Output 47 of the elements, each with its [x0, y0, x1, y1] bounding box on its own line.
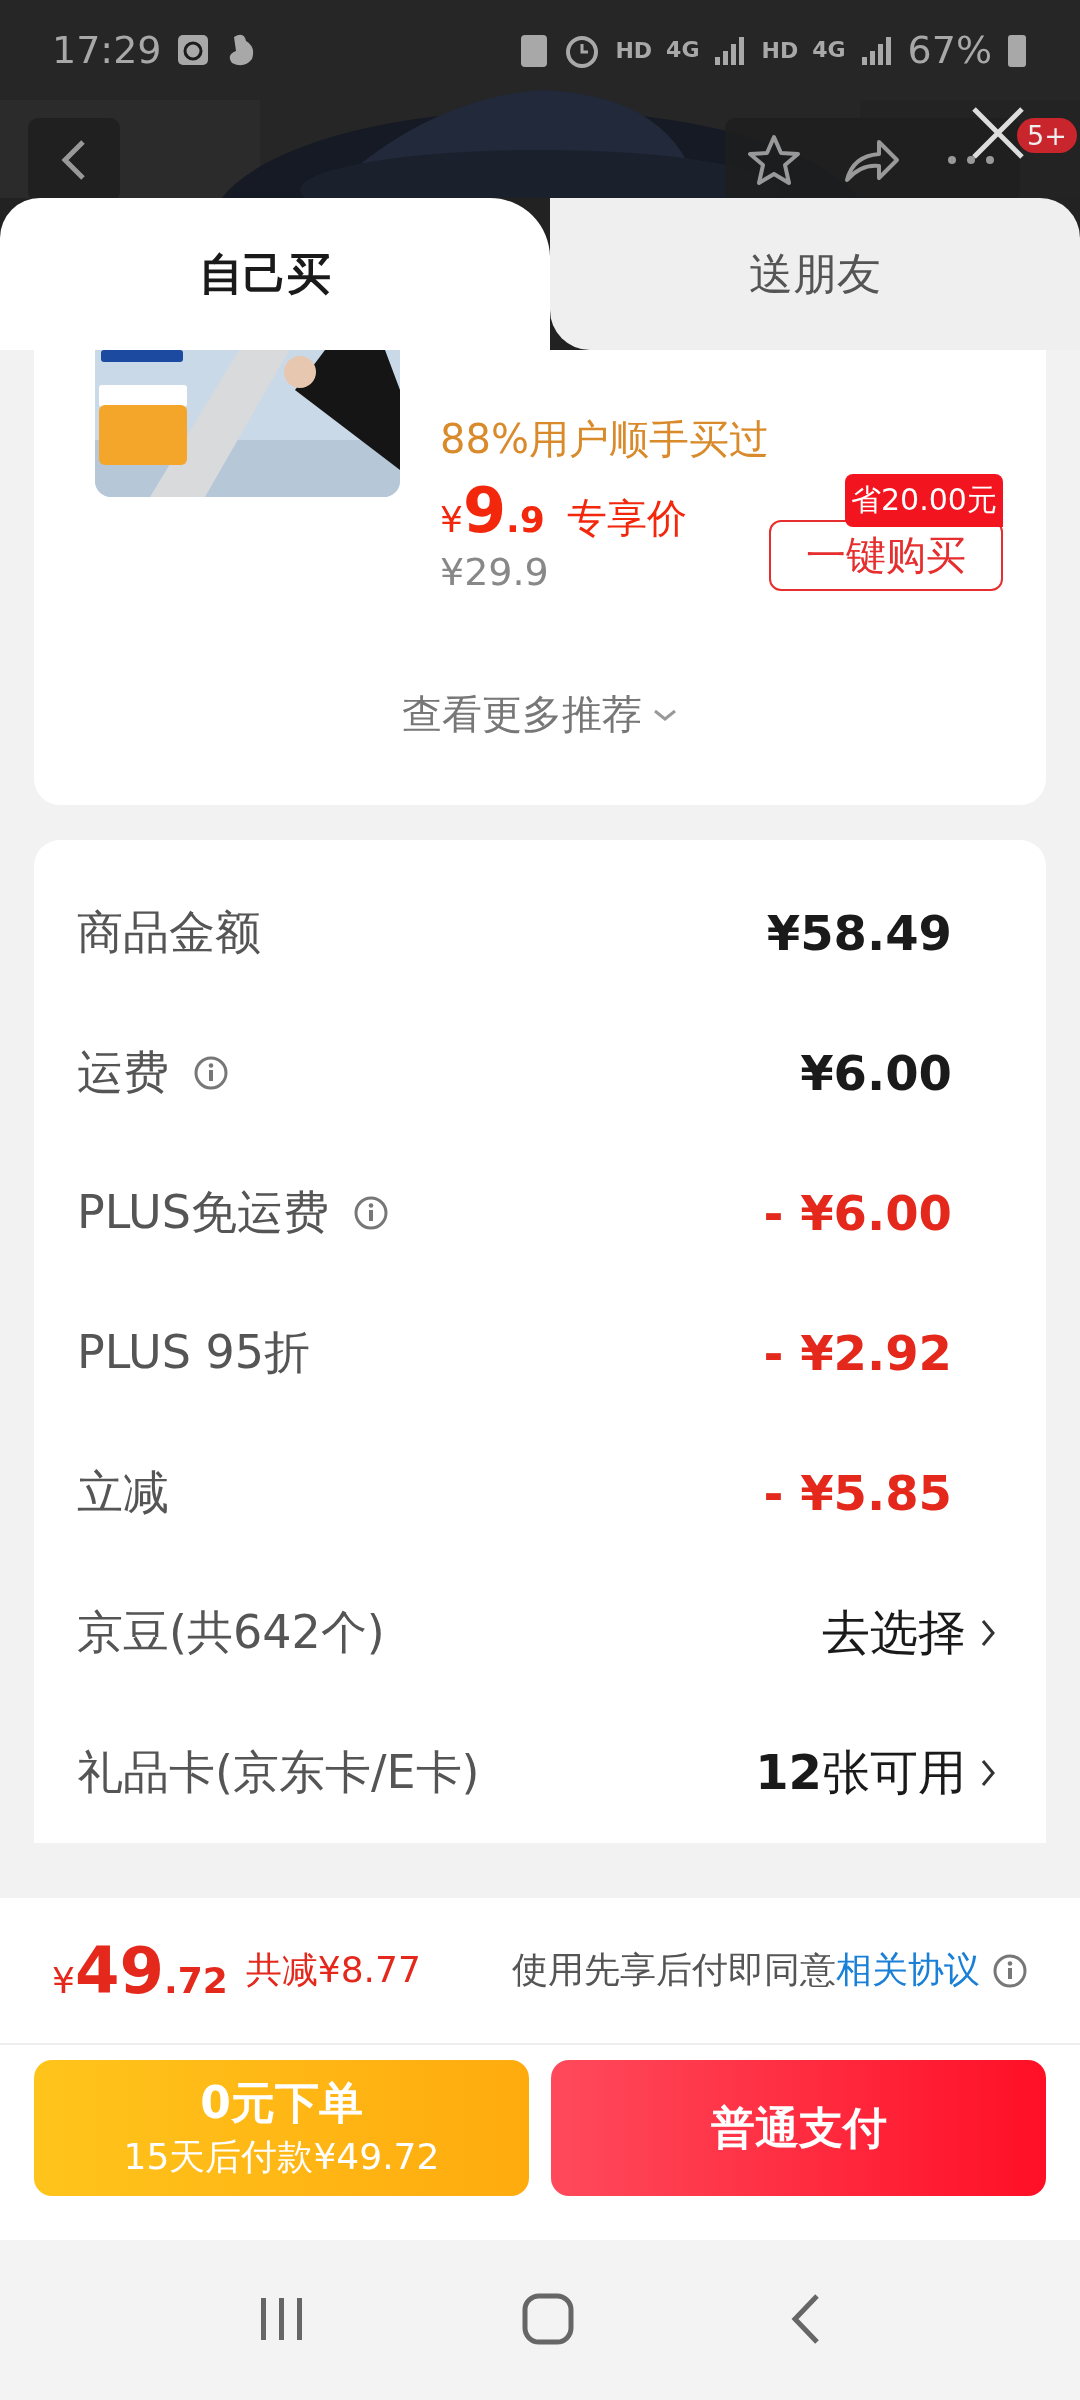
amount-value: - ¥6.00 — [763, 1185, 952, 1241]
tab[interactable]: 自己买 — [0, 198, 550, 350]
row-label: 立减 — [77, 1464, 169, 1521]
home-icon — [521, 2291, 575, 2346]
amount-value: ¥58.49 — [766, 905, 952, 961]
amount-value: ¥6.00 — [800, 1045, 952, 1101]
agreement-link[interactable]: 相关协议 — [836, 1949, 980, 1990]
more-recommendations-link[interactable]: 查看更多推荐 — [402, 687, 642, 742]
calendar-icon — [175, 33, 210, 67]
network-type: 4G — [666, 39, 700, 61]
row-label: 商品金额 — [77, 904, 261, 961]
option-link[interactable]: 去选择 — [822, 1601, 966, 1665]
chevron-right-icon[interactable] — [980, 1618, 996, 1648]
row-label: 运费 — [77, 1044, 169, 1101]
price-label: 专享价 — [566, 494, 687, 543]
tab[interactable]: 送朋友 — [550, 198, 1080, 350]
signal-icon — [859, 35, 894, 65]
chevron-down-icon[interactable] — [652, 707, 678, 722]
original-price: ¥29.9 — [440, 550, 550, 594]
deal-price: ¥9.9 — [440, 474, 545, 547]
buy-now-button[interactable]: 一键购买 — [768, 520, 1003, 591]
network-label: HD — [615, 37, 653, 63]
savings-badge: 省20.00元 — [845, 474, 1003, 527]
row-label: 京豆(共642个) — [77, 1604, 385, 1661]
network-label: HD — [761, 37, 799, 63]
amount-value: - ¥5.85 — [763, 1465, 952, 1521]
row-label: PLUS免运费 — [77, 1184, 329, 1241]
purchase-rate: 88%用户顺手买过 — [440, 415, 769, 464]
back-button[interactable] — [28, 118, 120, 198]
close-icon[interactable] — [970, 105, 1026, 161]
info-icon[interactable] — [193, 1055, 229, 1091]
amount-value: - ¥2.92 — [763, 1325, 952, 1381]
pay-button[interactable]: 普通支付 — [551, 2060, 1046, 2196]
star-icon — [746, 133, 803, 187]
clock-time: 17:29 — [52, 28, 162, 72]
row-label: PLUS 95折 — [77, 1324, 311, 1381]
info-icon[interactable] — [992, 1952, 1028, 1989]
more-icon — [945, 155, 996, 165]
row-label: 礼品卡(京东卡/E卡) — [77, 1744, 480, 1801]
option-link[interactable]: 12张可用 — [755, 1741, 966, 1805]
chevron-right-icon[interactable] — [980, 1758, 996, 1788]
network-type: 4G — [812, 39, 846, 61]
total-price: ¥49.72 — [52, 1933, 228, 2008]
battery-percent: 67% — [907, 28, 992, 72]
info-icon[interactable] — [352, 1195, 389, 1231]
total-discount: 共减¥8.77 — [245, 1948, 421, 1992]
agreement-text: 使用先享后付即同意相关协议 — [512, 1948, 980, 1992]
